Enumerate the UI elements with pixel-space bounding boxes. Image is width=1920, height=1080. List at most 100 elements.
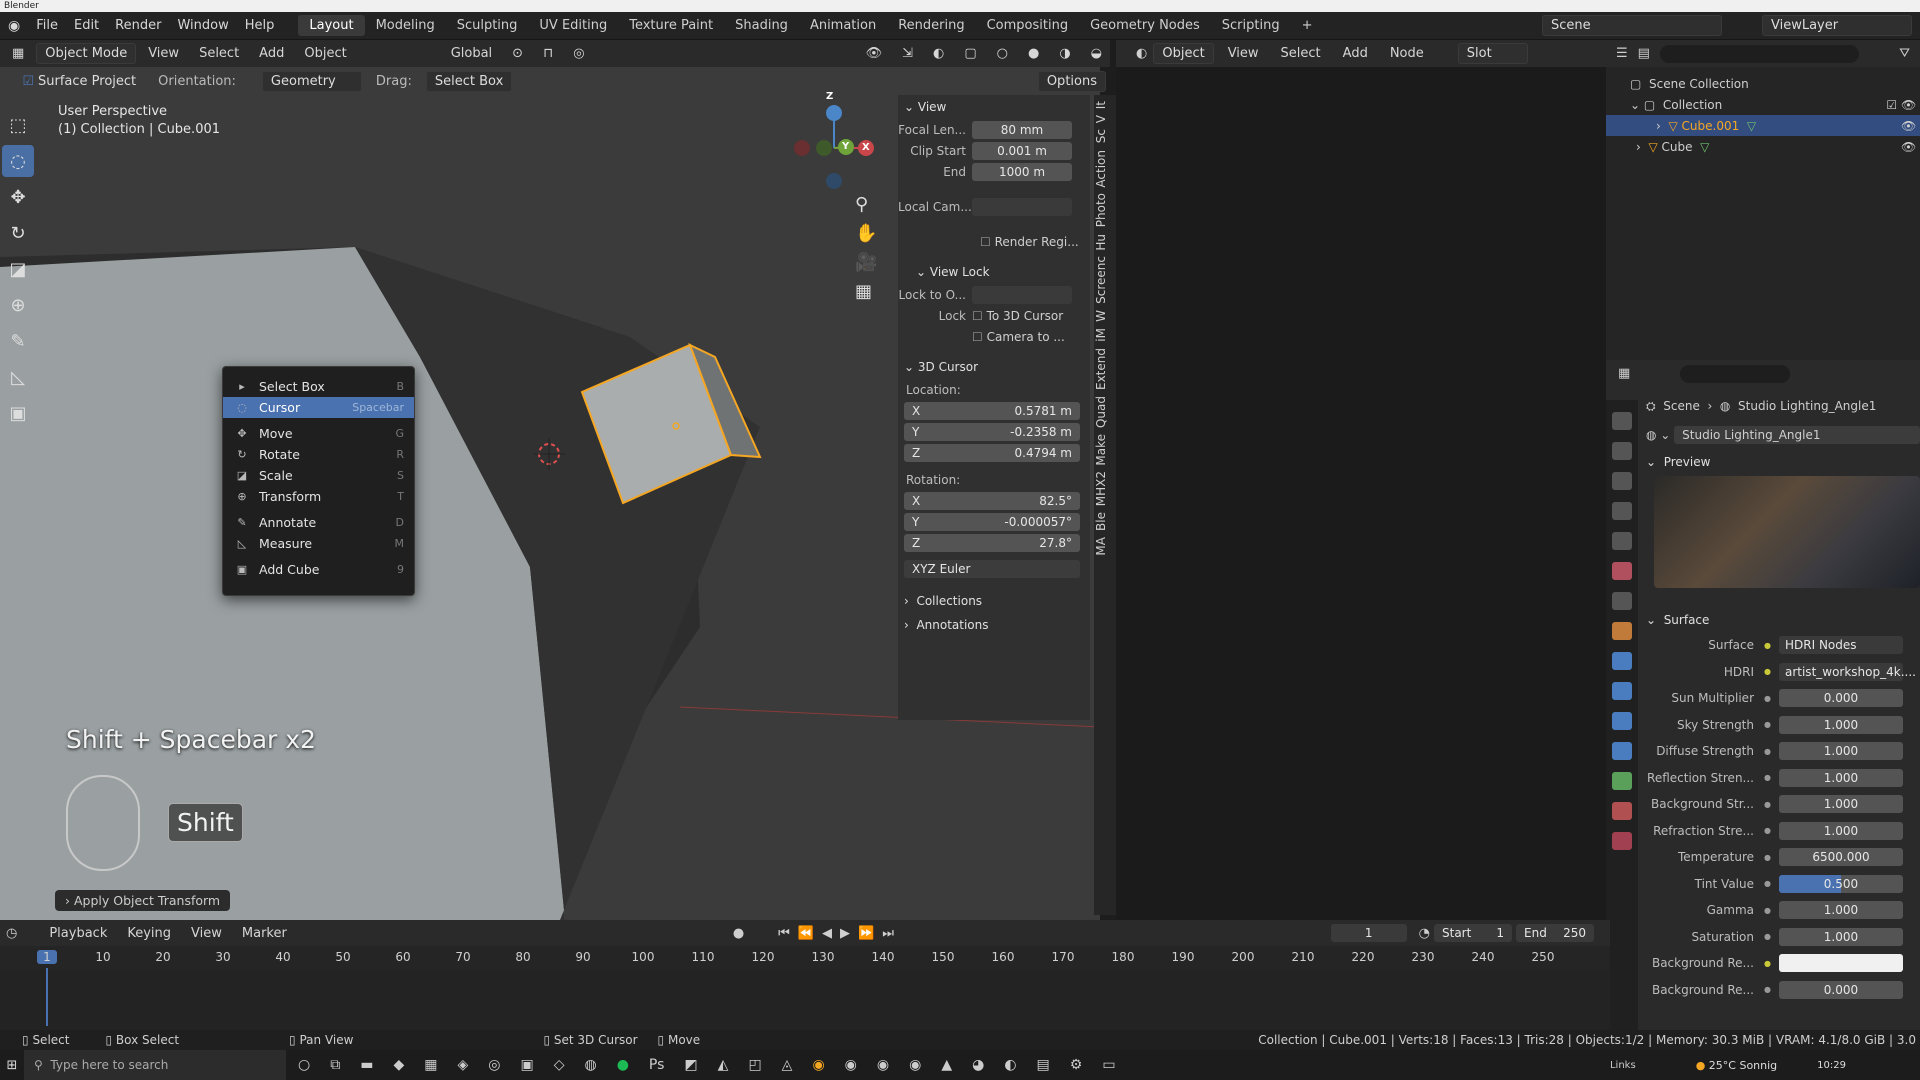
editor-type-icon[interactable]: ▦ — [4, 44, 32, 63]
app-icon[interactable]: ◉ — [909, 1057, 921, 1073]
weather-widget[interactable]: ● 25°C Sonnig — [1696, 1059, 1777, 1072]
gizmo-toggle-icon[interactable]: ⇲ — [894, 44, 921, 63]
tab-modeling[interactable]: Modeling — [365, 15, 446, 36]
local-camera-field[interactable] — [972, 197, 1072, 216]
transform-tool-icon[interactable]: ⊕ — [2, 289, 34, 321]
world-selector[interactable]: ◍ ⌄ Studio Lighting_Angle1 — [1646, 420, 1920, 450]
sidebar-tab[interactable]: Hu — [1094, 234, 1114, 251]
sidebar-tab[interactable]: W — [1094, 310, 1114, 322]
properties-editor-icon[interactable]: ▦ — [1618, 366, 1630, 381]
app-icon[interactable]: ◆ — [393, 1057, 404, 1073]
cursor-location-x[interactable]: X 0.5781 m — [904, 401, 1080, 420]
collection-tab-icon[interactable] — [1612, 592, 1632, 610]
property-field[interactable]: 0.000 — [1778, 689, 1903, 708]
rotate-tool-icon[interactable]: ↻ — [2, 217, 34, 249]
last-operator-panel[interactable]: › Apply Object Transform — [55, 890, 231, 911]
outliner-item-cube001[interactable]: › ▽ Cube.001 ▽ 👁 — [1606, 115, 1920, 136]
socket-icon[interactable]: ● — [1764, 932, 1771, 941]
app-icon[interactable]: ◐ — [1004, 1057, 1016, 1073]
timeline-view-menu[interactable]: View — [183, 924, 230, 943]
collections-section-header[interactable]: › Collections — [898, 589, 1090, 613]
select-box-tool-icon[interactable]: ⬚ — [2, 109, 34, 141]
world-tab-icon[interactable] — [1612, 562, 1632, 580]
app-icon[interactable]: ◰ — [748, 1057, 761, 1073]
socket-icon[interactable]: ● — [1764, 879, 1771, 888]
world-name-field[interactable]: Studio Lighting_Angle1 — [1674, 426, 1920, 444]
collection-row[interactable]: ⌄ ▢ Collection ☑ 👁 — [1606, 94, 1920, 115]
sidebar-tab[interactable]: Make — [1094, 434, 1114, 466]
tab-texture-paint[interactable]: Texture Paint — [618, 15, 724, 36]
app-icon[interactable]: ◭ — [718, 1057, 729, 1073]
xray-icon[interactable]: ▢ — [956, 44, 984, 63]
socket-icon[interactable]: ● — [1764, 720, 1771, 729]
property-field[interactable]: 0.500 — [1778, 874, 1903, 893]
menu-view[interactable]: View — [140, 44, 187, 63]
sidebar-tab[interactable]: V — [1094, 115, 1114, 123]
menu-item-transform[interactable]: ⊕ Transform T — [223, 486, 414, 507]
tab-sculpting[interactable]: Sculpting — [446, 15, 529, 36]
expand-icon[interactable]: › — [1636, 140, 1641, 154]
tool-tab-icon[interactable] — [1612, 412, 1632, 430]
ortho-grid-icon[interactable]: ▦ — [855, 281, 877, 302]
orientation-geometry-dropdown[interactable]: Geometry — [261, 70, 362, 92]
socket-icon[interactable]: ● — [1764, 747, 1771, 756]
constraints-tab-icon[interactable] — [1612, 742, 1632, 760]
property-field[interactable]: 0.000 — [1778, 980, 1903, 999]
add-workspace-icon[interactable]: + — [1291, 15, 1324, 36]
property-field[interactable] — [1778, 954, 1903, 973]
app-icon[interactable]: ▤ — [1037, 1057, 1050, 1073]
output-tab-icon[interactable] — [1612, 472, 1632, 490]
sidebar-tab[interactable]: It — [1094, 101, 1114, 109]
tab-compositing[interactable]: Compositing — [976, 15, 1080, 36]
discord-icon[interactable]: ◕ — [972, 1057, 984, 1073]
view-lock-section-header[interactable]: ⌄ View Lock — [898, 260, 1090, 284]
frame-ruler[interactable]: 1 10 20 30 40 50 60 70 80 90 100 110 120 130 140 150 160… — [0, 946, 1610, 970]
outliner-item-cube[interactable]: › ▽ Cube ▽ 👁 — [1606, 136, 1920, 157]
view-layer-tab-icon[interactable] — [1612, 502, 1632, 520]
start-frame-field[interactable]: Start 1 — [1434, 924, 1512, 942]
spotify-icon[interactable]: ● — [617, 1057, 629, 1073]
tab-scripting[interactable]: Scripting — [1211, 15, 1291, 36]
pan-hand-icon[interactable]: ✋ — [855, 223, 877, 244]
socket-icon[interactable]: ● — [1764, 906, 1771, 915]
menu-file[interactable]: File — [28, 18, 66, 33]
marker-menu[interactable]: Marker — [234, 924, 295, 943]
menu-item-annotate[interactable]: ✎ Annotate D — [223, 512, 414, 533]
shading-solid-icon[interactable]: ● — [1020, 44, 1047, 63]
camera-to-view-checkbox[interactable]: ☐ — [972, 330, 983, 344]
sidebar-tab[interactable]: Extend — [1094, 348, 1114, 390]
property-field[interactable]: 1.000 — [1778, 768, 1903, 787]
options-dropdown[interactable]: Options — [1037, 70, 1106, 92]
scene-tab-icon[interactable] — [1612, 532, 1632, 550]
cortana-icon[interactable]: ○ — [298, 1057, 310, 1073]
cursor-location-z[interactable]: Z 0.4794 m — [904, 443, 1080, 462]
scene-collection-row[interactable]: ▢ Scene Collection — [1606, 73, 1920, 94]
outliner-editor-icon[interactable]: ☰ — [1616, 46, 1628, 61]
sidebar-tab[interactable]: iM — [1094, 328, 1114, 342]
overlay-toggle-icon[interactable]: ◐ — [925, 44, 952, 63]
3d-cursor-section-header[interactable]: ⌄ 3D Cursor — [898, 355, 1090, 379]
menu-item-rotate[interactable]: ↻ Rotate R — [223, 444, 414, 465]
move-tool-icon[interactable]: ✥ — [2, 181, 34, 213]
menu-view[interactable]: View — [1220, 44, 1267, 63]
app-icon[interactable]: ◉ — [877, 1057, 889, 1073]
property-field[interactable]: 6500.000 — [1778, 848, 1903, 867]
annotate-tool-icon[interactable]: ✎ — [2, 325, 34, 357]
sidebar-tab[interactable]: Photo — [1094, 193, 1114, 227]
view-section-header[interactable]: ⌄ View — [898, 95, 1090, 119]
zoom-icon[interactable]: ⚲ — [855, 194, 877, 215]
sidebar-tab[interactable]: MA — [1094, 537, 1114, 556]
sidebar-tab[interactable]: MHX2 — [1094, 471, 1114, 506]
property-field[interactable]: HDRI Nodes — [1778, 636, 1903, 655]
end-frame-field[interactable]: End 250 — [1516, 924, 1594, 942]
expand-icon[interactable]: ⌄ — [1630, 98, 1640, 112]
eye-icon[interactable]: 👁 — [1901, 119, 1916, 133]
explorer-icon[interactable]: ▬ — [360, 1057, 373, 1073]
socket-icon[interactable]: ● — [1764, 959, 1771, 968]
menu-help[interactable]: Help — [237, 18, 283, 33]
task-view-icon[interactable]: ⧉ — [330, 1057, 340, 1073]
menu-object[interactable]: Object — [296, 44, 354, 63]
visibility-icon[interactable]: 👁 — [858, 44, 891, 63]
links-toolbar[interactable]: Links — [1610, 1060, 1636, 1071]
menu-select[interactable]: Select — [191, 44, 247, 63]
